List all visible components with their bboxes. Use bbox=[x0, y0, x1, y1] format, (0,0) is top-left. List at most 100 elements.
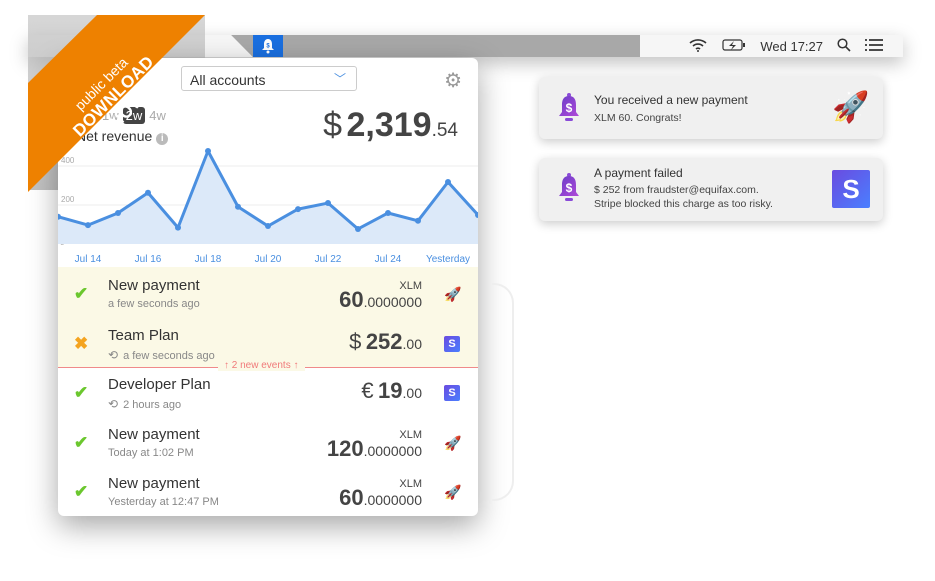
data-point[interactable] bbox=[175, 224, 181, 231]
area-fill bbox=[58, 150, 478, 244]
recurring-icon: ⟲ bbox=[108, 347, 119, 362]
stripe-icon: S bbox=[444, 385, 460, 401]
account-select-value: All accounts bbox=[190, 72, 266, 88]
app-menu-bell-dollar-icon[interactable]: $ bbox=[253, 35, 283, 57]
event-amount: XLM 60.0000000 bbox=[339, 280, 422, 313]
amount-integer: 19 bbox=[378, 378, 403, 403]
y-tick-label: 200 bbox=[61, 195, 75, 204]
total-revenue: $ 2,319.54 bbox=[323, 106, 458, 145]
amount-currency: $ bbox=[349, 328, 362, 354]
amount-decimal: .00 bbox=[402, 385, 422, 401]
total-decimal: .54 bbox=[431, 120, 458, 141]
amount-unit: XLM bbox=[399, 478, 422, 490]
event-subtitle: Today at 1:02 PM bbox=[108, 447, 194, 459]
data-point[interactable] bbox=[235, 203, 241, 210]
search-icon[interactable] bbox=[837, 37, 851, 55]
event-row[interactable]: ✖ Team Plan ⟲ a few seconds ago $ 252.00 … bbox=[58, 319, 478, 369]
brace-connector bbox=[492, 283, 514, 501]
list-icon[interactable] bbox=[865, 38, 883, 54]
period-tab-4w[interactable]: 4w bbox=[149, 108, 166, 123]
event-title: New payment bbox=[108, 425, 200, 443]
x-tick-label: Jul 16 bbox=[135, 254, 162, 265]
battery-charging-icon[interactable] bbox=[722, 38, 746, 54]
x-tick-label: Jul 24 bbox=[375, 254, 402, 265]
event-time: a few seconds ago bbox=[108, 298, 200, 310]
notification-title: A payment failed bbox=[594, 166, 683, 180]
event-title: New payment bbox=[108, 277, 200, 294]
event-subtitle: ⟲ a few seconds ago bbox=[108, 348, 215, 362]
data-point[interactable] bbox=[145, 189, 151, 196]
amount-integer: 120 bbox=[326, 435, 364, 461]
notification-body-line: $ 252 from fraudster@equifax.com. bbox=[594, 184, 759, 196]
amount-integer: 60 bbox=[339, 287, 364, 312]
x-tick-label: Jul 22 bbox=[315, 254, 342, 265]
notification-body-line: Stripe blocked this charge as too risky. bbox=[594, 198, 773, 210]
data-point[interactable] bbox=[205, 147, 211, 154]
total-integer: 2,319 bbox=[346, 106, 432, 144]
event-row[interactable]: ✔ Developer Plan ⟲ 2 hours ago € 19.00 S bbox=[58, 368, 478, 418]
data-point[interactable] bbox=[445, 178, 451, 185]
data-point[interactable] bbox=[265, 223, 271, 230]
amount-decimal: .0000000 bbox=[363, 442, 422, 459]
cross-icon: ✖ bbox=[74, 333, 89, 353]
amount-decimal: .0000000 bbox=[363, 294, 422, 310]
stellar-rocket-icon: 🚀 bbox=[444, 286, 462, 302]
event-row[interactable]: ✔ New payment Yesterday at 12:47 PM XLM … bbox=[58, 467, 478, 516]
revenue-chart: 0200400Jul 14Jul 16Jul 18Jul 20Jul 22Jul… bbox=[58, 147, 478, 265]
notification-title: You received a new payment bbox=[594, 93, 748, 107]
event-time: Today at 1:02 PM bbox=[108, 446, 194, 459]
wifi-icon[interactable] bbox=[688, 38, 708, 55]
amount-unit: XLM bbox=[399, 280, 422, 292]
recurring-icon: ⟲ bbox=[108, 397, 119, 411]
stripe-icon: S bbox=[444, 335, 460, 352]
account-select[interactable]: All accounts ﹀ bbox=[181, 66, 357, 91]
svg-text:$: $ bbox=[566, 101, 573, 115]
event-row[interactable]: ✔ New payment Today at 1:02 PM XLM 120.0… bbox=[58, 418, 478, 468]
amount-integer: 252 bbox=[365, 328, 403, 354]
x-tick-label: Jul 14 bbox=[75, 254, 102, 265]
event-subtitle: Yesterday at 12:47 PM bbox=[108, 496, 219, 508]
event-row[interactable]: ✔ New payment a few seconds ago XLM 60.0… bbox=[58, 269, 478, 319]
event-time: a few seconds ago bbox=[123, 349, 215, 362]
bell-dollar-icon: $ bbox=[559, 93, 579, 121]
event-subtitle: ⟲ 2 hours ago bbox=[108, 397, 181, 411]
event-amount: XLM 120.0000000 bbox=[326, 429, 422, 462]
event-title: New payment bbox=[108, 475, 200, 492]
check-icon: ✔ bbox=[74, 482, 89, 501]
amount-unit: XLM bbox=[399, 428, 422, 441]
event-title: Developer Plan bbox=[108, 376, 211, 393]
event-time: Yesterday at 12:47 PM bbox=[108, 496, 219, 508]
notification-new-payment[interactable]: $ You received a new payment XLM 60. Con… bbox=[539, 77, 883, 139]
clock[interactable]: Wed 17:27 bbox=[760, 39, 823, 54]
info-icon[interactable]: i bbox=[156, 133, 169, 145]
data-point[interactable] bbox=[325, 200, 331, 207]
data-point[interactable] bbox=[415, 217, 421, 224]
event-subtitle: a few seconds ago bbox=[108, 298, 200, 310]
event-amount: XLM 60.0000000 bbox=[339, 478, 422, 511]
svg-text:$: $ bbox=[566, 181, 573, 195]
data-point[interactable] bbox=[385, 209, 391, 216]
x-tick-label: Yesterday bbox=[426, 254, 470, 265]
data-point[interactable] bbox=[85, 222, 91, 229]
amount-decimal: .0000000 bbox=[363, 492, 422, 508]
data-point[interactable] bbox=[355, 225, 361, 232]
amount-integer: 60 bbox=[339, 485, 364, 510]
event-title: Team Plan bbox=[108, 326, 179, 344]
event-amount: $ 252.00 bbox=[349, 329, 422, 355]
check-icon: ✔ bbox=[74, 284, 89, 303]
stellar-rocket-icon: 🚀 bbox=[832, 91, 870, 124]
stellar-rocket-icon: 🚀 bbox=[444, 484, 462, 500]
bell-dollar-icon: $ bbox=[559, 173, 579, 201]
stripe-icon: S bbox=[832, 170, 870, 208]
data-point[interactable] bbox=[115, 209, 121, 216]
total-currency: $ bbox=[323, 106, 343, 144]
x-tick-label: Jul 18 bbox=[195, 254, 222, 265]
x-tick-label: Jul 20 bbox=[255, 254, 282, 265]
data-point[interactable] bbox=[295, 206, 301, 213]
gear-icon[interactable]: ⚙ bbox=[444, 68, 462, 93]
notification-payment-failed[interactable]: $ A payment failed $ 252 from fraudster@… bbox=[539, 158, 883, 221]
chevron-down-icon: ﹀ bbox=[333, 72, 346, 86]
check-icon: ✔ bbox=[74, 383, 89, 402]
event-time: 2 hours ago bbox=[123, 399, 182, 411]
notification-body: XLM 60. Congrats! bbox=[594, 112, 682, 124]
